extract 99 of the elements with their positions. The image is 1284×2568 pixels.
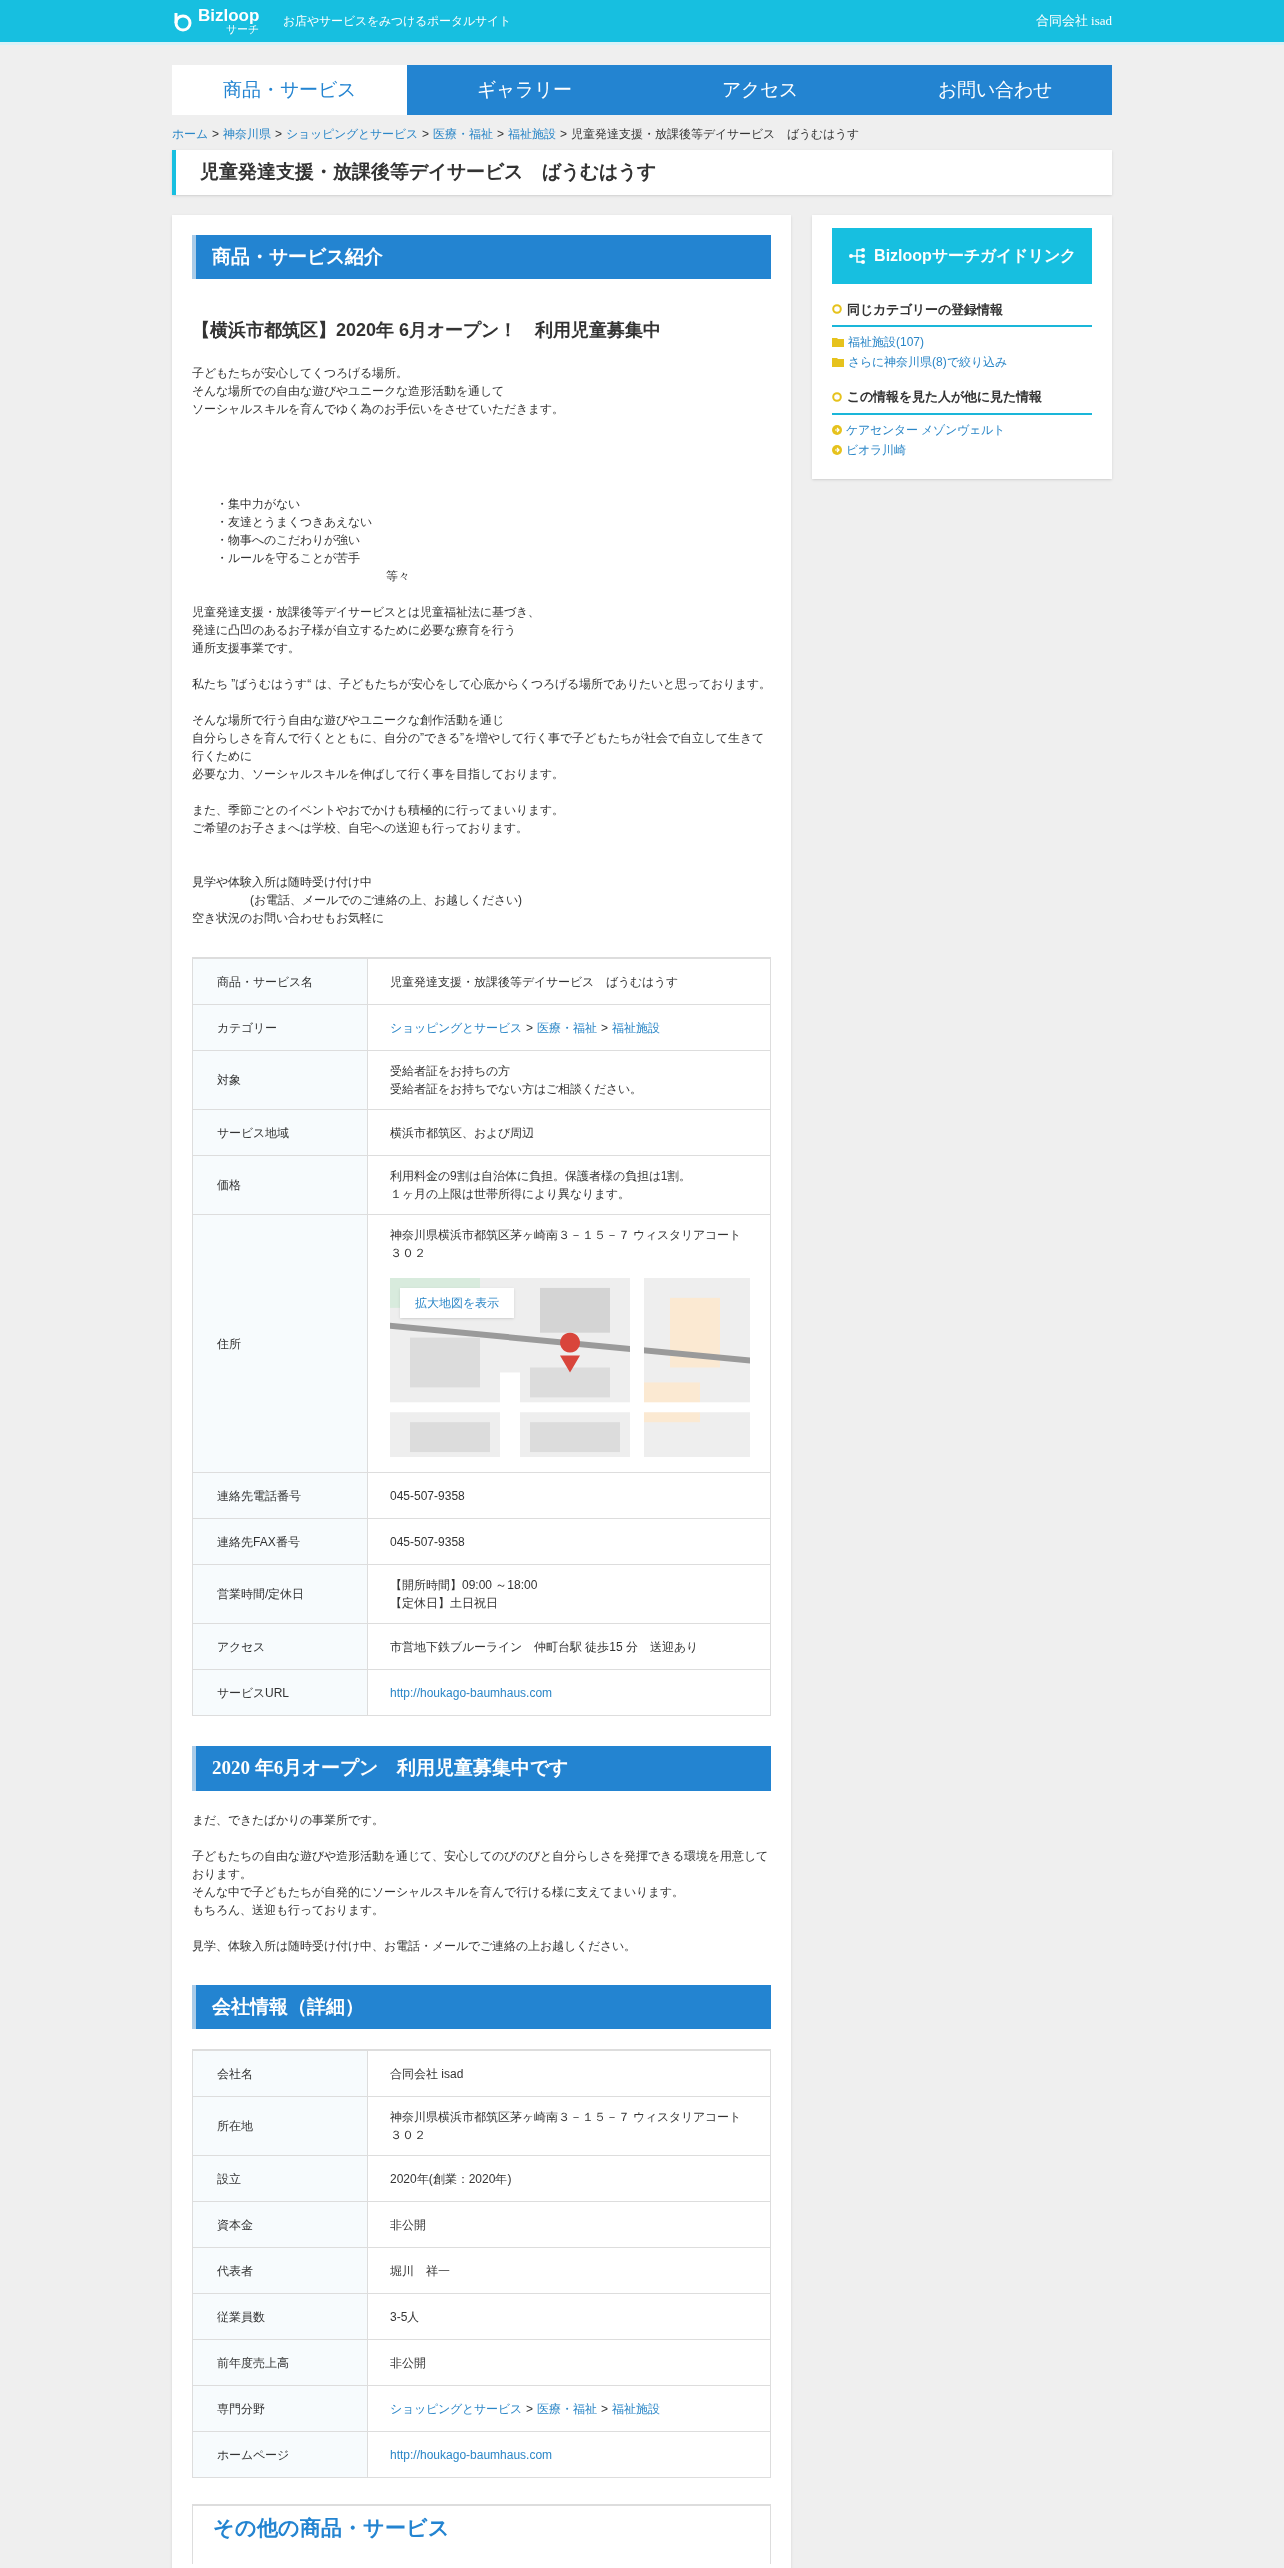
category-link[interactable]: 福祉施設 — [612, 2399, 661, 2418]
table-cell-text: 横浜市都筑区、および周辺 — [390, 1124, 535, 1142]
sidebar-link[interactable]: ケアセンター メゾンヴェルト — [846, 420, 1006, 439]
company-name: 合同会社 isad — [1035, 12, 1112, 31]
guide-link-button[interactable]: Bizloopサーチガイドリンク — [832, 227, 1092, 284]
table-cell-text: 利用料金の9割は自治体に負担。保護者様の負担は1割。 １ヶ月の上限は世帯所得により異なります。 — [390, 1168, 693, 1203]
table-label: カテゴリー — [193, 1005, 368, 1050]
category-link[interactable]: ショッピングとサービス — [390, 2399, 522, 2418]
breadcrumb-separator: > — [560, 126, 568, 143]
table-cell-text: 市営地下鉄ブルーライン 仲町台駅 徒歩15 分 送迎あり — [390, 1638, 699, 1656]
table-cell-text: 神奈川県横浜市都筑区茅ヶ崎南３－１５－７ ウィスタリアコート ３０２ — [390, 1227, 743, 1262]
tagline: お店やサービスをみつけるポータルサイト — [283, 13, 512, 30]
table-label: 代表者 — [193, 2248, 368, 2293]
table-cell-text: 神奈川県横浜市都筑区茅ヶ崎南３－１５－７ ウィスタリアコート ３０２ — [390, 2109, 743, 2144]
breadcrumb-link[interactable]: ホーム — [172, 125, 208, 143]
separator: > — [526, 1019, 533, 1037]
nav-tab[interactable]: お問い合わせ — [877, 65, 1112, 115]
table-label: 所在地 — [193, 2097, 368, 2155]
table-cell-text: 【開所時間】09:00 ～18:00 【定休日】土日祝日 — [390, 1577, 539, 1612]
paragraph: また、季節ごとのイベントやおでかけも積極的に行ってまいります。 ご希望のお子さまへは学校、自宅への送迎も行っております。 — [192, 802, 565, 837]
breadcrumb-separator: > — [422, 126, 430, 143]
breadcrumb-current: 児童発達支援・放課後等デイサービス ばうむはうす — [571, 126, 860, 143]
table-label: 前年度売上高 — [193, 2340, 368, 2385]
arrow-circle-icon — [832, 424, 842, 435]
nav-tab[interactable]: アクセス — [642, 65, 877, 115]
table-cell-text: 3-5人 — [390, 2308, 421, 2326]
logo-subtext: サーチ — [226, 24, 260, 35]
table-label: 専門分野 — [193, 2386, 368, 2431]
paragraph: まだ、できたばかりの事業所です。 — [192, 1811, 385, 1829]
table-label: ホームページ — [193, 2432, 368, 2477]
paragraph: 子どもたちが安心してくつろげる場所。 そんな場所での自由な遊びやユニークな造形活動を通して ソーシャルスキルを育んでゆく為のお手伝いをさせていただきます。 — [192, 365, 565, 418]
contact-note: 見学や体験入所は随時受け付け中 (お電話、メールでのご連絡の上、お越しください) 空き状況のお問い合わせもお気軽に — [192, 874, 523, 927]
ring-icon — [832, 304, 842, 315]
table-cell-text: 2020年(創業：2020年) — [390, 2170, 513, 2188]
table-cell-text: 045-507-9358 — [390, 1487, 466, 1505]
logo-icon — [172, 10, 194, 32]
category-link[interactable]: 医療・福祉 — [537, 1018, 597, 1037]
paragraph: 子どもたちの自由な遊びや造形活動を通じて、安心してのびのびと自分らしさを発揮できる環境を用意しております。 そんな中で子どもたちが自発的にソーシャルスキルを育んで行ける様に支えてまいります。 もちろん、送迎も行っております。 — [192, 1847, 769, 1919]
share-icon — [848, 247, 867, 264]
separator: > — [601, 2400, 609, 2418]
paragraph: 私たち ”ばうむはうす“ は、子どもたちが安心をして心底からくつろげる場所でありたいと思っております。 — [192, 676, 771, 693]
paragraph: そんな場所で行う自由な遊びやユニークな創作活動を通じ 自分らしさを育んで行くとともに、自分の”できる”を増やして行く事で子どもたちが社会で自立して生きて行くために 必要な力、ソーシャルスキルを伸ばして行く事を目指しております。 — [192, 712, 765, 783]
url-link[interactable]: http://houkago-baumhaus.com — [390, 2445, 748, 2464]
other-services-heading: その他の商品・サービス — [213, 2515, 451, 2541]
separator: > — [526, 2400, 533, 2418]
breadcrumb-separator: > — [212, 126, 219, 143]
ring-icon — [832, 391, 842, 402]
table-label: アクセス — [193, 1624, 368, 1669]
table-label: 資本金 — [193, 2202, 368, 2247]
table-label: 価格 — [193, 1156, 368, 1214]
intro-heading: 【横浜市都筑区】2020年 6月オープン！ 利用児童募集中 — [192, 319, 663, 342]
arrow-circle-icon — [832, 444, 842, 455]
paragraph: 児童発達支援・放課後等デイサービスとは児童福祉法に基づき、 発達に凸凹のあるお子様が自立するために必要な療育を行う 通所支援事業です。 — [192, 604, 541, 657]
table-label: 商品・サービス名 — [193, 959, 368, 1004]
folder-icon — [832, 337, 844, 347]
breadcrumb-link[interactable]: 福祉施設 — [508, 125, 557, 143]
section-heading: 2020 年6月オープン 利用児童募集中です — [192, 1746, 771, 1791]
sidebar-heading: 同じカテゴリーの登録情報 — [847, 300, 1003, 319]
sidebar-link[interactable]: さらに神奈川県(8)で絞り込み — [848, 353, 1007, 371]
table-label: サービス地域 — [193, 1110, 368, 1155]
category-link[interactable]: ショッピングとサービス — [390, 1018, 522, 1037]
map-expand-button[interactable]: 拡大地図を表示 — [400, 1288, 514, 1318]
category-link[interactable]: 福祉施設 — [612, 1018, 661, 1037]
table-label: 連絡先FAX番号 — [193, 1519, 368, 1564]
breadcrumb-link[interactable]: 神奈川県 — [223, 125, 271, 143]
sidebar-link[interactable]: ビオラ川崎 — [846, 440, 906, 459]
sidebar-link[interactable]: 福祉施設(107) — [848, 333, 924, 351]
table-cell-text: 非公開 — [390, 2354, 427, 2372]
table-label: 対象 — [193, 1051, 368, 1109]
breadcrumb-separator: > — [275, 126, 283, 143]
table-label: 従業員数 — [193, 2294, 368, 2339]
section-heading: 商品・サービス紹介 — [192, 234, 771, 279]
table-label: 設立 — [193, 2156, 368, 2201]
issue-list: ・集中力がない ・友達とうまくつきあえない ・物事へのこだわりが強い ・ルールを守ることが苦手 等々 — [192, 495, 771, 585]
section-heading: 会社情報（詳細） — [192, 1984, 771, 2029]
table-label: 連絡先電話番号 — [193, 1473, 368, 1518]
breadcrumb-link[interactable]: ショッピングとサービス — [286, 125, 419, 143]
table-label: 住所 — [193, 1215, 368, 1472]
table-cell-text: 受給者証をお持ちの方 受給者証をお持ちでない方はご相談ください。 — [390, 1063, 643, 1098]
page-title: 児童発達支援・放課後等デイサービス ばうむはうす — [172, 150, 1112, 195]
table-label: サービスURL — [193, 1670, 368, 1715]
url-link[interactable]: http://houkago-baumhaus.com — [390, 1683, 748, 1702]
paragraph: 見学、体験入所は随時受け付け中、お電話・メールでご連絡の上お越しください。 — [192, 1937, 637, 1955]
breadcrumb-link[interactable]: 医療・福祉 — [433, 125, 494, 143]
nav-tab[interactable]: 商品・サービス — [172, 65, 407, 115]
table-cell-text: 合同会社 isad — [390, 2065, 465, 2083]
table-label: 営業時間/定休日 — [193, 1565, 368, 1623]
table-cell-text: 非公開 — [390, 2216, 427, 2234]
category-link[interactable]: 医療・福祉 — [537, 2399, 597, 2418]
separator: > — [601, 1019, 609, 1037]
table-label: 会社名 — [193, 2051, 368, 2096]
nav-tab[interactable]: ギャラリー — [407, 65, 642, 115]
folder-icon — [832, 357, 844, 367]
logo-text: Bizloop — [198, 7, 260, 24]
breadcrumb-separator: > — [497, 126, 505, 143]
table-cell-text: 堀川 祥一 — [390, 2262, 451, 2280]
sidebar-heading: この情報を見た人が他に見た情報 — [847, 388, 1042, 406]
table-cell-text: 児童発達支援・放課後等デイサービス ばうむはうす — [390, 973, 679, 991]
table-cell-text: 045-507-9358 — [390, 1533, 466, 1551]
